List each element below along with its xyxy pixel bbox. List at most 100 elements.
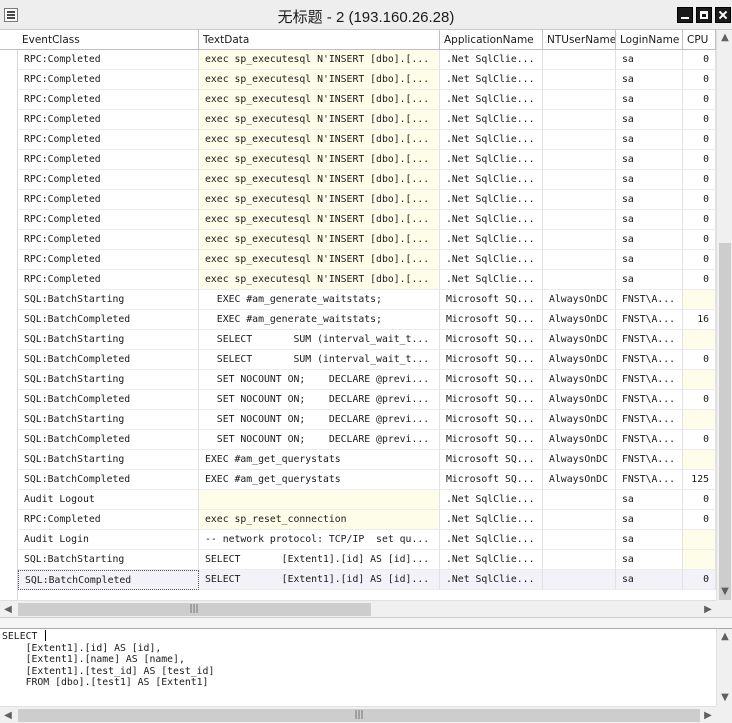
cell-application-name: Microsoft SQ... [440, 310, 543, 330]
cell-event-class: SQL:BatchStarting [18, 330, 199, 350]
cell-event-class: RPC:Completed [18, 190, 199, 210]
table-row[interactable]: RPC:Completed exec sp_executesql N'INSERT… [0, 150, 716, 170]
cell-event-class: Audit Logout [18, 490, 199, 510]
cell-nt-user-name [543, 110, 616, 130]
cell-cpu: 0 [683, 490, 716, 510]
cell-nt-user-name: AlwaysOnDC [543, 410, 616, 430]
table-row[interactable]: RPC:Completed exec sp_executesql N'INSERT… [0, 110, 716, 130]
table-row[interactable]: RPC:Completed exec sp_reset_connection .Ne… [0, 510, 716, 530]
text-data-detail[interactable]: SELECT [Extent1].[id] AS [id], [Extent1]… [0, 629, 716, 690]
cell-event-class: RPC:Completed [18, 90, 199, 110]
table-row[interactable]: SQL:BatchStarting EXEC #am_generate_wait… [0, 290, 716, 310]
cell-login-name: FNST\A... [616, 450, 683, 470]
arrow-up-icon[interactable]: ▲ [717, 30, 732, 46]
cell-text-data: EXEC #am_get_querystats [199, 450, 440, 470]
cell-nt-user-name [543, 250, 616, 270]
window-title: 无标题 - 2 (193.160.26.28) [277, 9, 455, 26]
cell-event-class: SQL:BatchCompleted [18, 390, 199, 410]
cell-application-name: .Net SqlClie... [440, 150, 543, 170]
cell-cpu: 0 [683, 430, 716, 450]
detail-horizontal-scrollbar[interactable]: ◀ ||| ▶ [0, 706, 716, 723]
table-row[interactable]: SQL:BatchStarting SELECT SUM (interval_w… [0, 330, 716, 350]
cell-text-data: exec sp_executesql N'INSERT [dbo].[... [199, 170, 440, 190]
grid-vertical-scroll-thumb[interactable] [719, 243, 731, 600]
cell-event-class: RPC:Completed [18, 510, 199, 530]
cell-application-name: Microsoft SQ... [440, 430, 543, 450]
cell-login-name: FNST\A... [616, 370, 683, 390]
table-row[interactable]: SQL:BatchStarting SELECT [Extent1].[id] A… [0, 550, 716, 570]
table-row[interactable]: RPC:Completed exec sp_executesql N'INSERT… [0, 210, 716, 230]
table-row[interactable]: SQL:BatchStarting SET NOCOUNT ON; DECLAR… [0, 410, 716, 430]
cell-nt-user-name [543, 570, 616, 590]
table-row[interactable]: SQL:BatchCompleted SET NOCOUNT ON; DECLA… [0, 430, 716, 450]
maximize-button[interactable] [696, 7, 712, 23]
cell-text-data: exec sp_executesql N'INSERT [dbo].[... [199, 130, 440, 150]
cell-nt-user-name [543, 530, 616, 550]
cell-nt-user-name: AlwaysOnDC [543, 390, 616, 410]
table-row[interactable]: RPC:Completed exec sp_executesql N'INSERT… [0, 190, 716, 210]
table-row[interactable]: SQL:BatchCompleted SELECT SUM (interval_… [0, 350, 716, 370]
cell-cpu: 0 [683, 50, 716, 70]
detail-horizontal-scroll-thumb[interactable]: ||| [18, 709, 700, 722]
grid-horizontal-scroll-thumb[interactable]: ||| [18, 603, 371, 616]
trace-grid[interactable]: EventClass TextData ApplicationName NTUserN… [0, 30, 716, 600]
title-bar[interactable]: 无标题 - 2 (193.160.26.28) [0, 0, 732, 30]
cell-event-class: RPC:Completed [18, 270, 199, 290]
arrow-right-icon[interactable]: ▶ [700, 707, 716, 723]
column-header-text-data[interactable]: TextData [199, 30, 440, 50]
table-row[interactable]: SQL:BatchCompleted EXEC #am_get_querystat… [0, 470, 716, 490]
table-row[interactable]: RPC:Completed exec sp_executesql N'INSERT… [0, 90, 716, 110]
cell-event-class: RPC:Completed [18, 50, 199, 70]
table-row[interactable]: RPC:Completed exec sp_executesql N'INSERT… [0, 70, 716, 90]
cell-cpu [683, 370, 716, 390]
table-row[interactable]: SQL:BatchStarting EXEC #am_get_querystats… [0, 450, 716, 470]
text-data-detail-pane[interactable]: SELECT [Extent1].[id] AS [id], [Extent1]… [0, 629, 716, 706]
cell-event-class: SQL:BatchStarting [18, 550, 199, 570]
cell-text-data: -- network protocol: TCP/IP set qu... [199, 530, 440, 550]
column-header-nt-user-name[interactable]: NTUserName [543, 30, 616, 50]
cell-cpu: 0 [683, 350, 716, 370]
table-row[interactable]: SQL:BatchCompleted EXEC #am_generate_wai… [0, 310, 716, 330]
table-row[interactable]: SQL:BatchCompleted SET NOCOUNT ON; DECLA… [0, 390, 716, 410]
cell-text-data: EXEC #am_get_querystats [199, 470, 440, 490]
arrow-down-icon[interactable]: ▼ [717, 584, 732, 600]
table-row[interactable]: SQL:BatchStarting SET NOCOUNT ON; DECLAR… [0, 370, 716, 390]
cell-application-name: .Net SqlClie... [440, 250, 543, 270]
table-row[interactable]: RPC:Completed exec sp_executesql N'INSERT… [0, 50, 716, 70]
arrow-left-icon[interactable]: ◀ [0, 707, 16, 723]
cell-nt-user-name: AlwaysOnDC [543, 430, 616, 450]
cell-text-data: SET NOCOUNT ON; DECLARE @previ... [199, 390, 440, 410]
text-caret [45, 630, 47, 641]
table-row[interactable]: RPC:Completed exec sp_executesql N'INSERT… [0, 170, 716, 190]
table-row[interactable]: RPC:Completed exec sp_executesql N'INSERT… [0, 130, 716, 150]
table-row[interactable]: SQL:BatchCompleted SELECT [Extent1].[id] … [0, 570, 716, 590]
cell-event-class: SQL:BatchCompleted [18, 470, 199, 490]
table-row[interactable]: Audit Logout .Net SqlClie... sa 0 [0, 490, 716, 510]
column-header-application-name[interactable]: ApplicationName [440, 30, 543, 50]
scroll-grip-icon: ||| [354, 710, 364, 720]
cell-nt-user-name [543, 550, 616, 570]
cell-application-name: .Net SqlClie... [440, 490, 543, 510]
cell-login-name: FNST\A... [616, 390, 683, 410]
column-header-login-name[interactable]: LoginName [616, 30, 683, 50]
arrow-down-icon[interactable]: ▼ [717, 690, 732, 706]
cell-login-name: FNST\A... [616, 330, 683, 350]
table-row[interactable]: RPC:Completed exec sp_executesql N'INSERT… [0, 230, 716, 250]
detail-vertical-scrollbar[interactable]: ▲ ▼ [716, 629, 732, 706]
table-row[interactable]: RPC:Completed exec sp_executesql N'INSERT… [0, 250, 716, 270]
arrow-right-icon[interactable]: ▶ [700, 601, 716, 618]
table-row[interactable]: Audit Login -- network protocol: TCP/IP s… [0, 530, 716, 550]
minimize-button[interactable] [677, 7, 693, 23]
detail-remaining-lines: [Extent1].[id] AS [id], [Extent1].[name]… [25, 642, 215, 688]
arrow-up-icon[interactable]: ▲ [717, 629, 732, 645]
column-header-event-class[interactable]: EventClass [18, 30, 199, 50]
table-row[interactable]: RPC:Completed exec sp_executesql N'INSERT… [0, 270, 716, 290]
arrow-left-icon[interactable]: ◀ [0, 601, 16, 618]
cell-cpu: 0 [683, 70, 716, 90]
column-header-cpu[interactable]: CPU [683, 30, 716, 50]
pane-splitter[interactable] [0, 617, 732, 629]
close-button[interactable] [715, 7, 731, 23]
grid-vertical-scrollbar[interactable]: ▲ ▼ [716, 30, 732, 600]
cell-nt-user-name: AlwaysOnDC [543, 370, 616, 390]
grid-horizontal-scrollbar[interactable]: ◀ ||| ▶ [0, 600, 716, 617]
